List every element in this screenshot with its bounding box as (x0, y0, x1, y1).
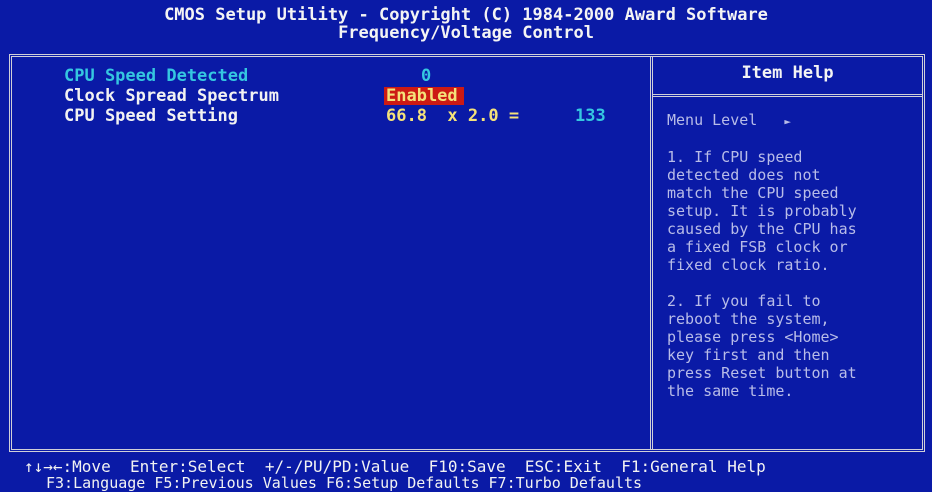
item-help-title: Item Help (741, 63, 834, 83)
setting-label: Clock Spread Spectrum (64, 86, 279, 106)
setting-value: 0 (421, 66, 432, 86)
setting-label: CPU Speed Detected (64, 66, 249, 86)
menu-level-label: Menu Level (667, 111, 758, 129)
setting-value-selected[interactable]: Enabled (384, 87, 464, 105)
title-bar: CMOS Setup Utility - Copyright (C) 1984-… (0, 0, 932, 50)
key-legend-line-1: ↑↓→←:Move Enter:Select +/-/PU/PD:Value F… (24, 457, 766, 476)
key-legend-line-2: F3:Language F5:Previous Values F6:Setup … (46, 474, 643, 492)
key-legend: ↑↓→←:Move Enter:Select +/-/PU/PD:Value F… (0, 456, 932, 492)
page-title: Frequency/Voltage Control (338, 23, 594, 43)
arrow-right-icon: ► (784, 115, 791, 128)
menu-level: Menu Level ► (667, 111, 791, 129)
setting-label: CPU Speed Setting (64, 106, 238, 126)
help-title-divider (653, 94, 922, 97)
setting-row-cpu-speed-setting[interactable]: CPU Speed Setting 66.8 x 2.0 = 133 (64, 107, 606, 179)
cpu-speed-result: 133 (575, 106, 606, 126)
setting-value[interactable]: 66.8 x 2.0 = (386, 107, 519, 125)
utility-title: CMOS Setup Utility - Copyright (C) 1984-… (164, 5, 768, 25)
help-text: 1. If CPU speed detected does not match … (667, 148, 857, 400)
panel-divider (650, 57, 653, 449)
